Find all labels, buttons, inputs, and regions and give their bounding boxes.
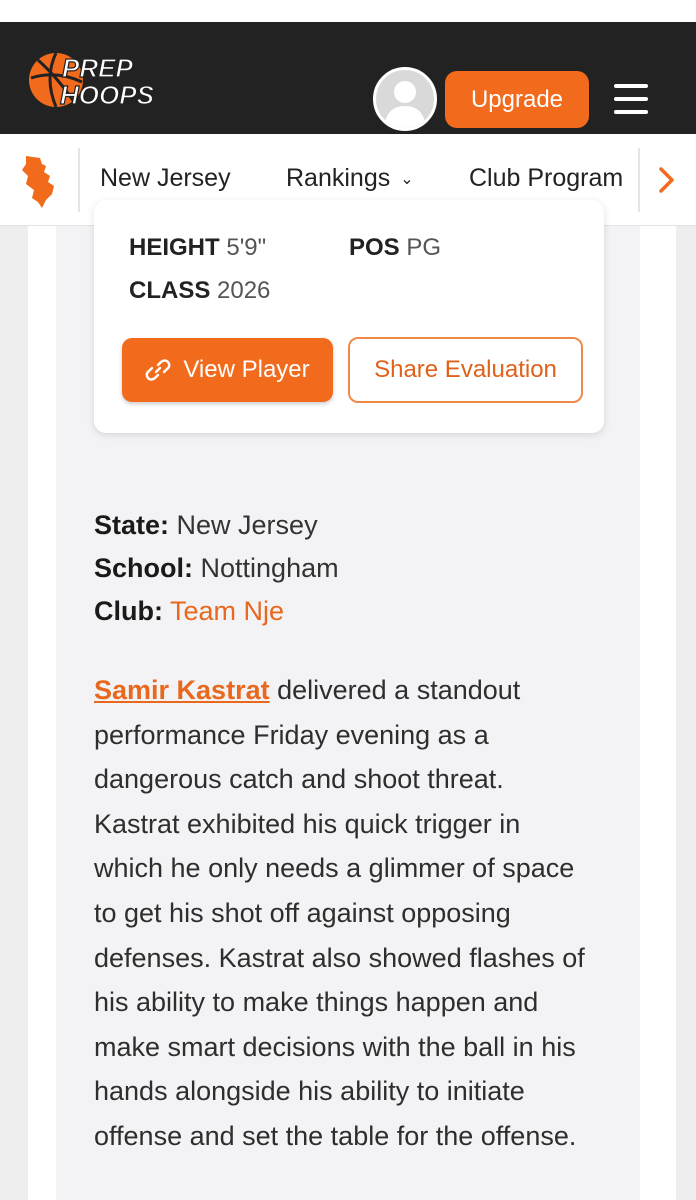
site-header: PREP HOOPS Upgrade: [0, 22, 696, 134]
club-link[interactable]: Team Nje: [170, 596, 284, 626]
position-stat: POS PG: [349, 234, 441, 262]
divider: [78, 148, 80, 212]
state-value: New Jersey: [176, 510, 318, 540]
nav-item-rankings-label: Rankings: [286, 164, 391, 192]
chevron-down-icon: ⌄: [400, 171, 414, 189]
height-stat: HEIGHT 5'9": [129, 234, 266, 262]
school-label: School:: [94, 553, 193, 583]
hamburger-menu-icon[interactable]: [612, 82, 650, 116]
basketball-logo-icon: PREP HOOPS: [29, 52, 155, 111]
club-info: Club: Team Nje: [94, 596, 284, 627]
height-value: 5'9": [226, 234, 267, 261]
share-evaluation-button[interactable]: Share Evaluation: [348, 337, 583, 403]
upgrade-button[interactable]: Upgrade: [445, 71, 589, 128]
class-label: CLASS: [129, 277, 211, 304]
view-player-label: View Player: [183, 356, 310, 383]
chevron-right-icon[interactable]: [655, 163, 679, 197]
evaluation-article: Samir Kastrat delivered a standout perfo…: [94, 668, 594, 1159]
link-icon: [145, 359, 171, 381]
status-bar-area: [0, 0, 696, 22]
school-value: Nottingham: [200, 553, 339, 583]
svg-text:PREP: PREP: [62, 53, 133, 83]
view-player-button[interactable]: View Player: [122, 338, 333, 402]
divider: [638, 148, 640, 212]
height-label: HEIGHT: [129, 234, 220, 261]
pos-label: POS: [349, 234, 400, 261]
player-name-link[interactable]: Samir Kastrat: [94, 675, 270, 705]
class-value: 2026: [217, 277, 271, 304]
class-stat: CLASS 2026: [129, 277, 270, 305]
club-label: Club:: [94, 596, 163, 626]
new-jersey-state-icon[interactable]: [20, 154, 58, 210]
nav-item-rankings[interactable]: Rankings ⌄: [286, 164, 414, 193]
state-label: State:: [94, 510, 170, 540]
nav-item-club-program[interactable]: Club Program: [469, 164, 623, 193]
prep-hoops-logo[interactable]: PREP HOOPS: [28, 48, 168, 111]
article-body: delivered a standout performance Friday …: [94, 675, 585, 1151]
nav-item-new-jersey[interactable]: New Jersey: [100, 164, 231, 193]
player-card: HEIGHT 5'9" POS PG CLASS 2026 View Playe…: [94, 200, 604, 433]
school-info: School: Nottingham: [94, 553, 339, 584]
svg-text:HOOPS: HOOPS: [60, 80, 155, 110]
state-info: State: New Jersey: [94, 510, 318, 541]
user-avatar-icon[interactable]: [373, 67, 437, 131]
pos-value: PG: [406, 234, 442, 261]
